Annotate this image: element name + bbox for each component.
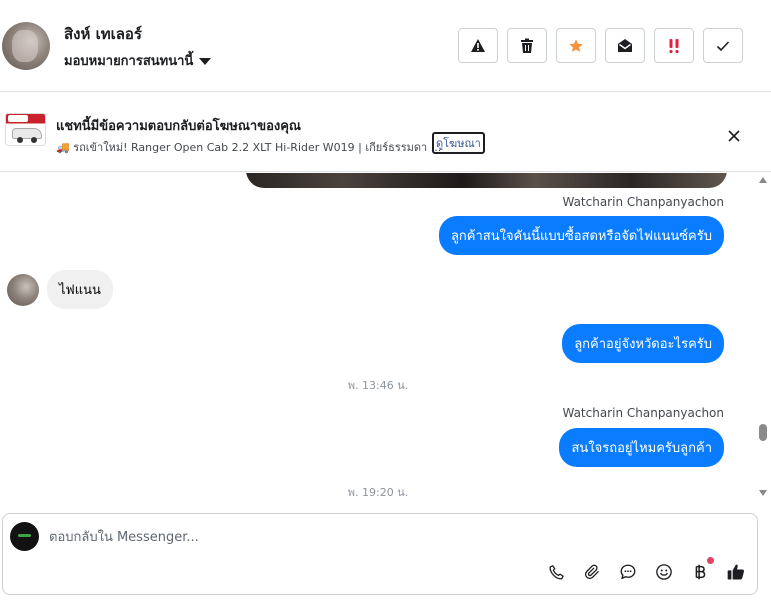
ad-reply-banner: แชทนี้มีข้อความตอบกลับต่อโฆษณาของคุณ 🚚 ร… xyxy=(0,93,771,172)
payment-button[interactable] xyxy=(689,557,714,583)
view-ad-link[interactable]: ดูโฆษณา xyxy=(432,132,485,154)
delete-button[interactable] xyxy=(507,28,547,63)
sender-name: Watcharin Chanpanyachon xyxy=(562,406,724,420)
close-banner-button[interactable] xyxy=(722,124,746,148)
contact-avatar-small xyxy=(7,274,39,306)
star-icon xyxy=(569,38,583,52)
baht-icon xyxy=(695,564,706,580)
assign-conversation-dropdown[interactable]: มอบหมายการสนทนานี้ xyxy=(64,50,212,71)
chat-bubble-icon xyxy=(620,564,636,580)
sender-name: Watcharin Chanpanyachon xyxy=(562,195,724,209)
close-icon xyxy=(728,130,740,142)
emoji-button[interactable] xyxy=(653,561,675,583)
message-thread[interactable]: Watcharin Chanpanyachon ลูกค้าสนใจคันนี้… xyxy=(0,173,756,509)
like-button[interactable] xyxy=(725,561,747,583)
message-timestamp: พ. 13:46 น. xyxy=(347,379,409,392)
car-image xyxy=(12,128,42,143)
thumbs-up-icon xyxy=(727,564,744,580)
scroll-up-arrow-icon[interactable] xyxy=(759,177,767,183)
attach-button[interactable] xyxy=(581,561,603,583)
check-icon xyxy=(716,40,730,51)
page-avatar xyxy=(10,522,39,551)
reply-input[interactable] xyxy=(49,526,699,548)
mark-unread-button[interactable] xyxy=(605,28,645,63)
shared-image[interactable] xyxy=(246,173,727,188)
outgoing-message[interactable]: สนใจรถอยู่ไหมครับลูกค้า xyxy=(559,428,724,467)
incoming-message[interactable]: ไฟแนน xyxy=(47,270,113,309)
banner-title: แชทนี้มีข้อความตอบกลับต่อโฆษณาของคุณ xyxy=(56,119,301,134)
scroll-down-arrow-icon[interactable] xyxy=(759,490,767,496)
paperclip-icon xyxy=(584,564,599,580)
mark-spam-button[interactable] xyxy=(458,28,498,63)
conversation-actions xyxy=(458,28,743,63)
envelope-open-icon xyxy=(618,39,632,52)
ad-description-text: 🚚 รถเข้าใหม่! Ranger Open Cab 2.2 XLT Hi… xyxy=(56,141,442,154)
thread-scrollbar[interactable] xyxy=(756,173,771,509)
trash-icon xyxy=(521,38,533,53)
emoji-icon xyxy=(656,564,672,580)
outgoing-message[interactable]: ลูกค้าสนใจคันนี้แบบซื้อสดหรือจัดไฟแนนซ์ค… xyxy=(438,216,724,255)
message-timestamp: พ. 19:20 น. xyxy=(347,486,409,499)
caret-down-icon xyxy=(199,58,212,65)
composer-tools xyxy=(545,557,747,583)
follow-up-button[interactable] xyxy=(556,28,596,63)
ad-thumbnail[interactable] xyxy=(5,113,46,146)
scroll-thumb[interactable] xyxy=(759,424,767,441)
banner-description: 🚚 รถเข้าใหม่! Ranger Open Cab 2.2 XLT Hi… xyxy=(56,138,441,156)
mark-important-button[interactable] xyxy=(654,28,694,63)
conversation-header: สิงห์ เทเลอร์ มอบหมายการสนทนานี้ xyxy=(0,0,771,92)
mark-done-button[interactable] xyxy=(703,28,743,63)
saved-replies-button[interactable] xyxy=(617,561,639,583)
phone-icon xyxy=(548,564,564,580)
call-button[interactable] xyxy=(545,561,567,583)
contact-name[interactable]: สิงห์ เทเลอร์ xyxy=(64,22,142,46)
exclamation-icon xyxy=(669,38,679,53)
assign-label: มอบหมายการสนทนานี้ xyxy=(64,54,194,69)
notification-dot xyxy=(707,557,714,564)
warning-icon xyxy=(471,39,485,52)
contact-avatar[interactable] xyxy=(2,22,50,70)
outgoing-message[interactable]: ลูกค้าอยู่จังหวัดอะไรครับ xyxy=(562,324,724,363)
ad-thumbnail-tag xyxy=(8,115,28,122)
message-composer xyxy=(2,513,758,595)
